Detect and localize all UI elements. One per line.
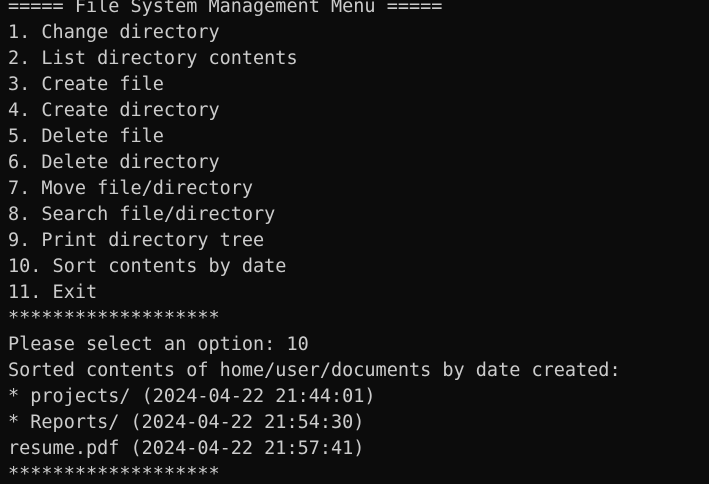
menu-option-change-directory: 1. Change directory [8, 22, 220, 43]
menu-title-line: ===== File System Management Menu ===== [8, 0, 443, 17]
sort-result-entry: resume.pdf (2024-04-22 21:57:41) [8, 438, 365, 459]
menu-option-create-file: 3. Create file [8, 74, 164, 95]
sort-result-entry: * Reports/ (2024-04-22 21:54:30) [8, 412, 365, 433]
sort-result-heading: Sorted contents of home/user/documents b… [8, 360, 621, 381]
menu-option-list-directory: 2. List directory contents [8, 48, 298, 69]
option-prompt-line: Please select an option: 10 [8, 334, 309, 355]
terminal-output: ===== File System Management Menu ===== … [8, 0, 621, 484]
sort-result-entry: * projects/ (2024-04-22 21:44:01) [8, 386, 376, 407]
menu-option-search: 8. Search file/directory [8, 204, 276, 225]
separator-line: ******************* [8, 308, 220, 329]
menu-option-print-tree: 9. Print directory tree [8, 230, 265, 251]
separator-line: ******************* [8, 464, 220, 484]
menu-option-delete-file: 5. Delete file [8, 126, 164, 147]
terminal-window[interactable]: ===== File System Management Menu ===== … [0, 0, 709, 484]
menu-option-create-directory: 4. Create directory [8, 100, 220, 121]
menu-option-exit: 11. Exit [8, 282, 98, 303]
menu-option-sort-by-date: 10. Sort contents by date [8, 256, 287, 277]
menu-option-delete-directory: 6. Delete directory [8, 152, 220, 173]
menu-option-move: 7. Move file/directory [8, 178, 254, 199]
